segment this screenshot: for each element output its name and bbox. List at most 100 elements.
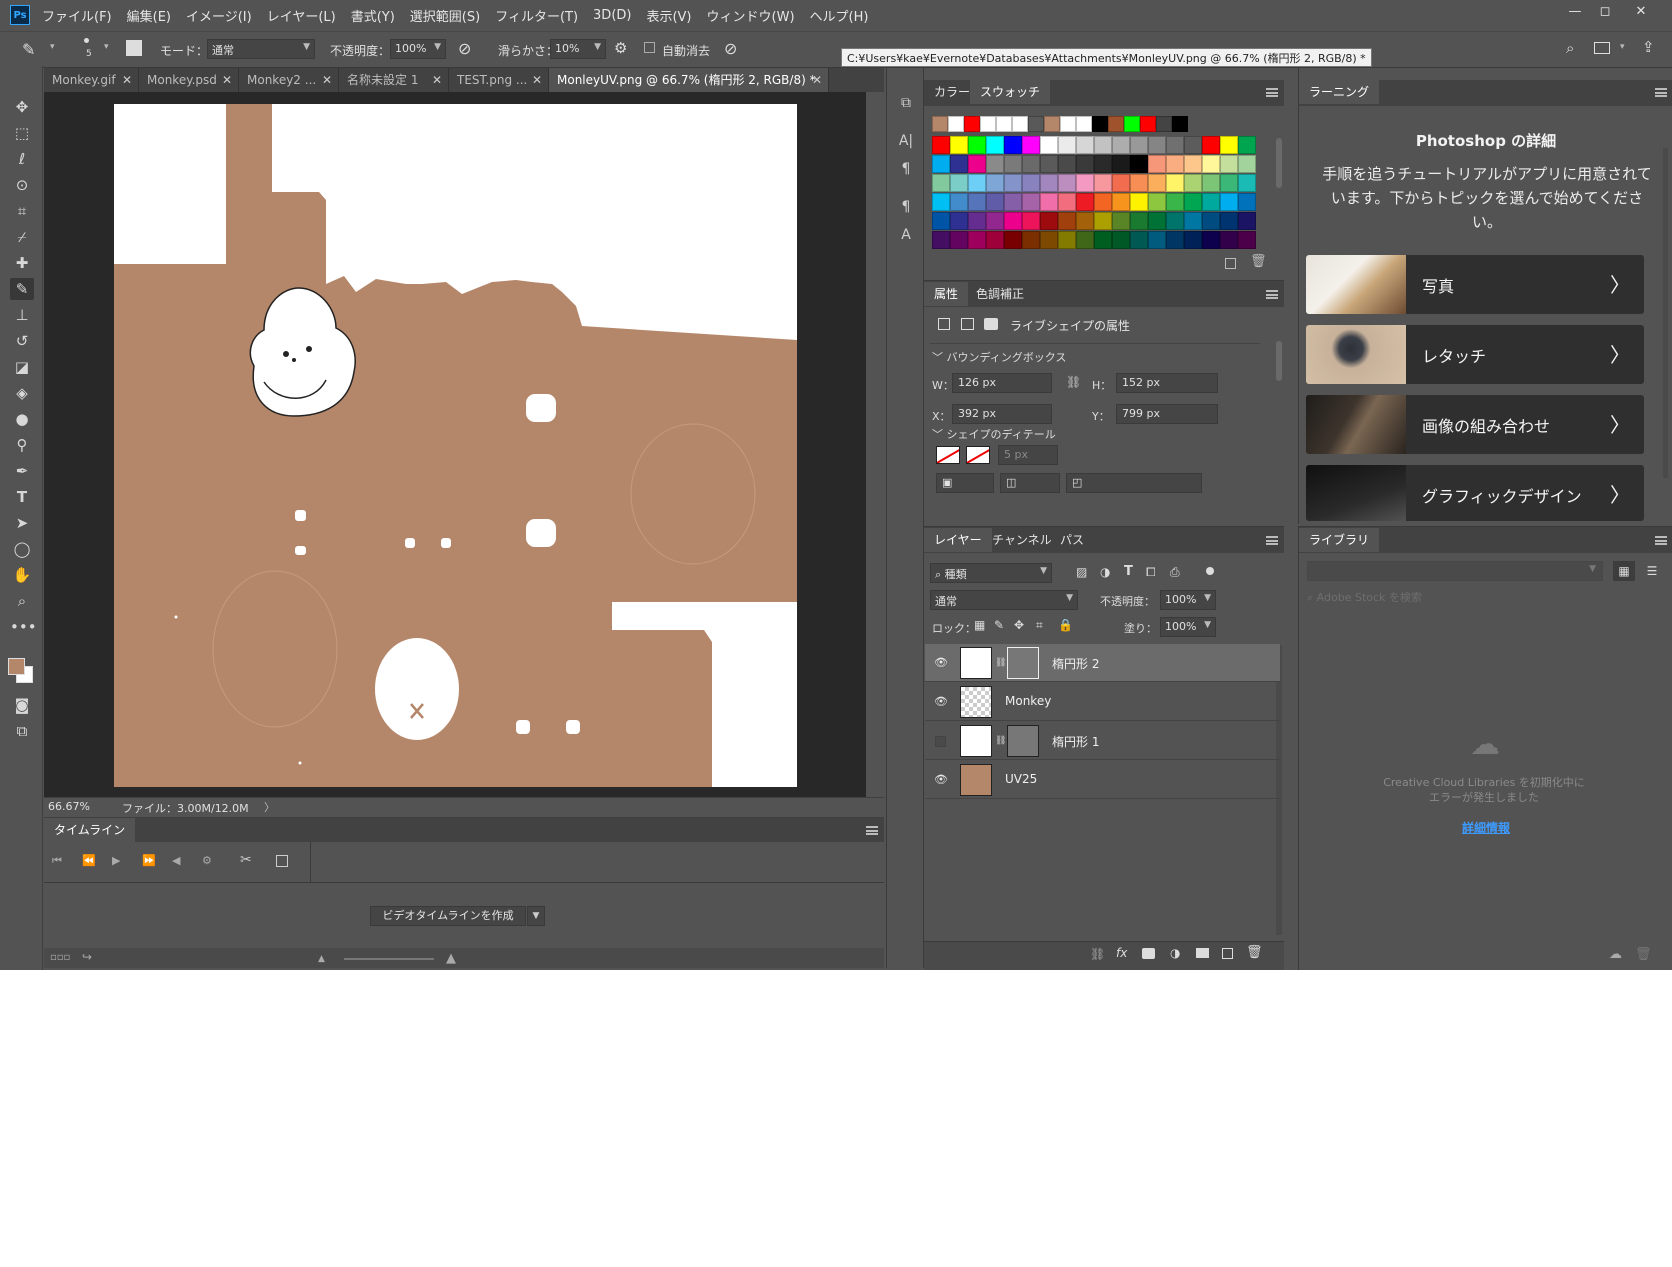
color-swatch[interactable] [1148,136,1166,154]
color-swatch[interactable] [968,212,986,230]
pencil-tool-preset-icon[interactable]: ✎ [22,40,35,59]
visibility-toggle-off[interactable] [935,736,946,747]
stock-search-field[interactable]: ⌕ Adobe Stock を検索 [1307,589,1663,607]
tab-libraries[interactable]: ライブラリ [1299,528,1380,552]
lock-pixels-icon[interactable]: ✎ [994,618,1004,632]
panel-menu-icon[interactable] [1655,536,1667,545]
color-swatch[interactable] [1238,212,1256,230]
x-field[interactable]: 392 px [952,404,1052,424]
timeline-zoom-slider[interactable] [344,958,434,960]
color-swatch[interactable] [968,231,986,249]
chevron-right-icon[interactable]: 〉 [264,799,275,815]
color-swatch[interactable] [1130,193,1148,211]
grid-view-icon[interactable]: ▦ [1613,561,1635,581]
dodge-tool-icon[interactable]: ⚲ [10,434,34,456]
color-swatch[interactable] [1004,212,1022,230]
fill-color-button[interactable] [936,446,960,464]
character-style-icon[interactable]: A [895,224,917,246]
color-swatch[interactable] [950,136,968,154]
screen-mode-icon[interactable]: ⧉ [10,720,34,742]
paint-bucket-tool-icon[interactable]: ◈ [10,382,34,404]
recent-swatch[interactable] [1060,116,1076,132]
color-swatch[interactable] [968,174,986,192]
trash-icon[interactable]: 🗑 [1246,945,1263,960]
color-swatch[interactable] [950,231,968,249]
menu-layer[interactable]: レイヤー(L) [267,6,336,25]
stroke-cap-dropdown[interactable]: ◫ [1000,473,1060,493]
color-swatch[interactable] [1148,155,1166,173]
color-swatch[interactable] [950,174,968,192]
stroke-color-button[interactable] [966,446,990,464]
convert-frames-icon[interactable]: ▫▫▫ [50,952,70,963]
color-swatch[interactable] [1202,193,1220,211]
color-swatch[interactable] [1112,193,1130,211]
scrollbar[interactable] [1276,138,1282,188]
recent-swatch[interactable] [932,116,948,132]
doc-tab[interactable]: Monkey.gif ✕ [44,68,139,92]
pressure-opacity-icon[interactable]: ⊘ [458,39,471,58]
color-swatch[interactable] [1094,231,1112,249]
scrollbar[interactable] [1663,148,1668,478]
menu-help[interactable]: ヘルプ(H) [810,6,869,25]
color-swatch[interactable] [986,193,1004,211]
play-icon[interactable]: ▶ [112,854,120,867]
color-swatch[interactable] [1166,193,1184,211]
close-icon[interactable]: ✕ [322,68,332,92]
color-swatch[interactable] [1148,231,1166,249]
color-swatch[interactable] [1148,193,1166,211]
color-swatch[interactable] [1238,193,1256,211]
gear-icon[interactable]: ⚙ [202,854,212,867]
color-swatch[interactable] [932,155,950,173]
paragraph-panel-icon[interactable]: ¶ [895,158,917,180]
chevron-down-icon[interactable]: ▾ [1620,42,1625,52]
color-swatch[interactable] [1058,212,1076,230]
recent-swatch[interactable] [1124,116,1140,132]
color-swatch[interactable] [1076,193,1094,211]
cloud-sync-icon[interactable]: ☁ [1609,947,1622,962]
doc-tab[interactable]: 名称未設定 1 ✕ [339,68,449,92]
shape-details-toggle[interactable]: ﹀ シェイプのディテール [932,426,1056,442]
eyedropper-tool-icon[interactable]: ⌿ [10,226,34,248]
color-swatch[interactable] [1112,136,1130,154]
learn-card-graphic-design[interactable]: グラフィックデザイン 〉 [1306,465,1644,521]
panel-menu-icon[interactable] [1266,290,1278,299]
layer-row[interactable]: 👁 UV25 [925,761,1280,799]
color-swatch[interactable] [1184,136,1202,154]
stroke-corner-dropdown[interactable]: ◰ [1066,473,1202,493]
recent-swatch[interactable] [1172,116,1188,132]
color-swatch[interactable] [1004,231,1022,249]
close-button[interactable]: ✕ [1628,4,1654,24]
color-swatch[interactable] [950,193,968,211]
width-field[interactable]: 126 px [952,373,1052,393]
color-swatch[interactable] [1076,231,1094,249]
adjustment-layer-icon[interactable]: ◑ [1170,946,1180,960]
stroke-align-dropdown[interactable]: ▣ [936,473,994,493]
add-mask-icon[interactable] [1142,948,1155,959]
character-panel-icon[interactable]: A| [895,130,917,152]
brush-picker-chevron-icon[interactable]: ▾ [104,42,109,52]
menu-filter[interactable]: フィルター(T) [495,6,578,25]
color-swatch[interactable] [968,136,986,154]
lock-all-icon[interactable]: 🔒 [1058,618,1073,632]
scissors-icon[interactable]: ✂ [240,852,252,868]
color-swatch[interactable] [1004,174,1022,192]
color-swatch[interactable] [1220,231,1238,249]
library-dropdown[interactable]: ▼ [1307,561,1603,581]
doc-tab[interactable]: Monkey2 ... ✕ [239,68,339,92]
document-canvas[interactable] [114,104,797,787]
brush-settings-icon[interactable] [126,40,142,56]
mode-dropdown[interactable]: 通常 ▼ [207,39,315,59]
close-icon[interactable]: ✕ [812,68,822,92]
new-swatch-icon[interactable] [1225,258,1236,269]
transition-icon[interactable] [276,855,288,867]
color-swatch[interactable] [1220,174,1238,192]
zoom-in-icon[interactable]: ▲ [446,951,456,966]
menu-window[interactable]: ウィンドウ(W) [707,6,795,25]
color-swatch[interactable] [1166,212,1184,230]
color-swatch[interactable] [1004,136,1022,154]
doc-tab[interactable]: Monkey.psd ✕ [139,68,239,92]
recent-swatch[interactable] [948,116,964,132]
close-icon[interactable]: ✕ [222,68,232,92]
color-swatch[interactable] [1202,174,1220,192]
image-icon[interactable] [961,318,974,330]
